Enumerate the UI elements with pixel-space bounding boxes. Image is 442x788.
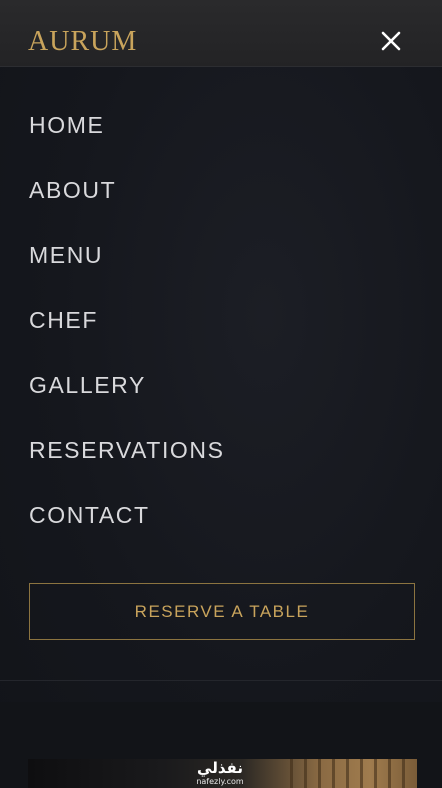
nav-item-contact[interactable]: CONTACT	[29, 501, 150, 529]
nav-item-home[interactable]: HOME	[29, 111, 104, 139]
brand-logo[interactable]: AURUM	[28, 26, 137, 58]
mobile-menu-page: AURUM HOME ABOUT MENU CHEF GALLERY RESER…	[0, 0, 442, 788]
watermark-main-text: نفذلي	[197, 759, 243, 777]
reserve-table-button[interactable]: RESERVE A TABLE	[29, 583, 415, 640]
watermark-sub-text: nafezly.com	[196, 777, 244, 786]
header-bar: AURUM	[0, 0, 442, 67]
site-watermark: نفذلي nafezly.com	[192, 759, 248, 787]
nav-item-about[interactable]: ABOUT	[29, 176, 116, 204]
nav-item-menu[interactable]: MENU	[29, 241, 103, 269]
nav-item-chef[interactable]: CHEF	[29, 306, 98, 334]
nav-item-gallery[interactable]: GALLERY	[29, 371, 146, 399]
close-icon	[381, 31, 401, 51]
nav-item-reservations[interactable]: RESERVATIONS	[29, 436, 225, 464]
divider	[0, 680, 442, 681]
close-menu-button[interactable]	[375, 25, 407, 57]
